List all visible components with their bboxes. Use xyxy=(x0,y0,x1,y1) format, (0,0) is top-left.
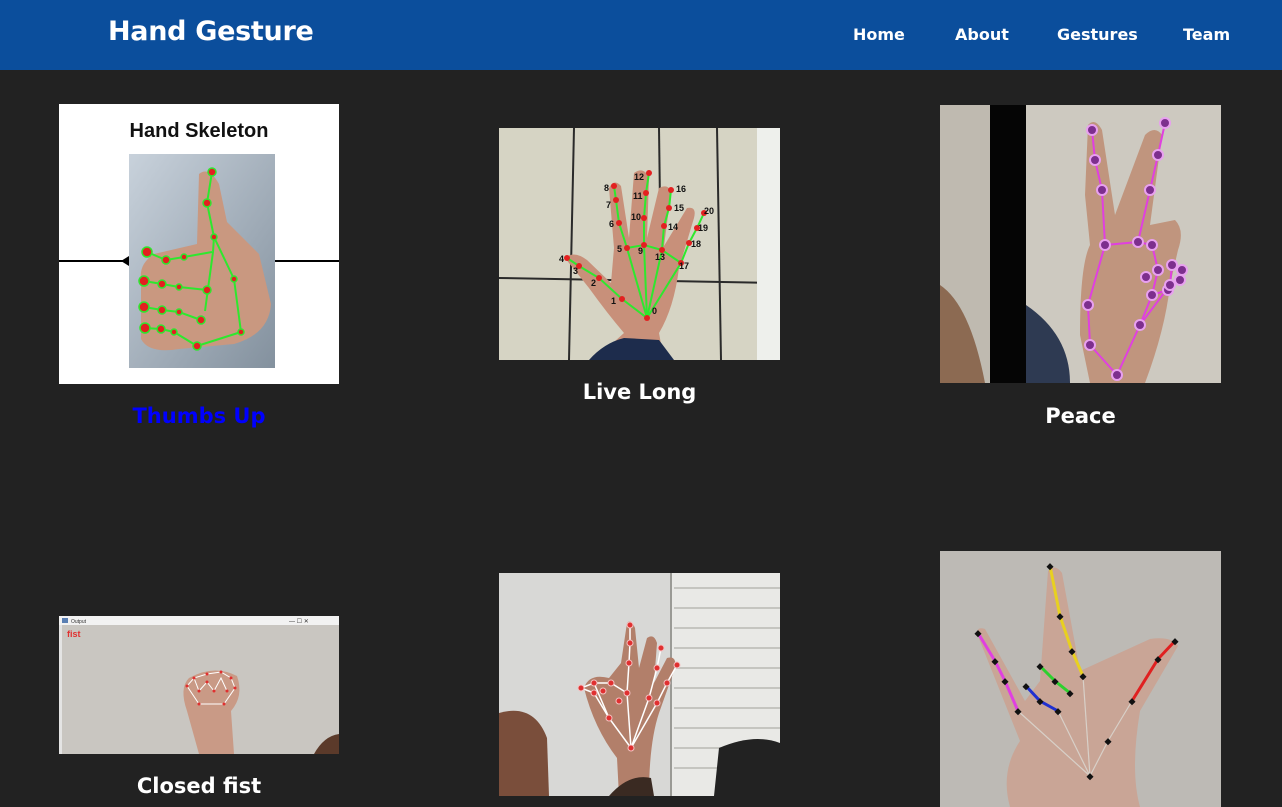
svg-text:6: 6 xyxy=(609,219,614,229)
navbar: Hand Gesture Home About Gestures Team xyxy=(0,0,1282,70)
svg-text:1: 1 xyxy=(611,296,616,306)
image-heading: Hand Skeleton xyxy=(130,120,269,142)
svg-text:15: 15 xyxy=(674,203,684,213)
overlay-label: fist xyxy=(67,629,81,639)
svg-text:4: 4 xyxy=(559,254,564,264)
peace-image[interactable] xyxy=(940,105,1221,383)
gesture-caption[interactable]: Thumbs Up xyxy=(59,404,339,428)
thumbs-up-image[interactable]: Hand Skeleton xyxy=(59,104,339,384)
svg-text:17: 17 xyxy=(679,261,689,271)
svg-text:9: 9 xyxy=(638,246,643,256)
nav-team-link[interactable]: Team xyxy=(1183,25,1230,44)
closed-fist-image[interactable]: Output — ☐ ✕ fist xyxy=(59,616,339,754)
svg-text:8: 8 xyxy=(604,183,609,193)
svg-text:3: 3 xyxy=(573,266,578,276)
gesture-caption[interactable]: Closed fist xyxy=(59,774,339,798)
svg-text:11: 11 xyxy=(633,191,643,201)
svg-text:13: 13 xyxy=(655,252,665,262)
svg-text:16: 16 xyxy=(676,184,686,194)
gesture-caption[interactable]: Peace xyxy=(940,404,1221,428)
nav-home-link[interactable]: Home xyxy=(853,25,905,44)
nav-about-link[interactable]: About xyxy=(955,25,1009,44)
svg-text:10: 10 xyxy=(631,212,641,222)
svg-text:19: 19 xyxy=(698,223,708,233)
window-title: Output xyxy=(71,619,87,625)
brand-logo[interactable]: Hand Gesture xyxy=(108,16,314,47)
live-long-image[interactable]: 0 1 2 3 4 5 6 7 8 9 10 11 12 13 14 15 16… xyxy=(499,128,780,360)
gesture-caption[interactable]: Live Long xyxy=(499,380,780,404)
svg-text:— ☐ ✕: — ☐ ✕ xyxy=(289,618,309,625)
svg-text:2: 2 xyxy=(591,278,596,288)
svg-text:20: 20 xyxy=(704,206,714,216)
svg-text:7: 7 xyxy=(606,200,611,210)
svg-text:18: 18 xyxy=(691,239,701,249)
nav-gestures-link[interactable]: Gestures xyxy=(1057,25,1138,44)
svg-text:12: 12 xyxy=(634,172,644,182)
svg-text:0: 0 xyxy=(652,306,657,316)
svg-text:5: 5 xyxy=(617,244,622,254)
rock-gesture-image[interactable] xyxy=(940,551,1221,807)
svg-text:14: 14 xyxy=(668,222,678,232)
ok-gesture-image[interactable] xyxy=(499,573,780,796)
